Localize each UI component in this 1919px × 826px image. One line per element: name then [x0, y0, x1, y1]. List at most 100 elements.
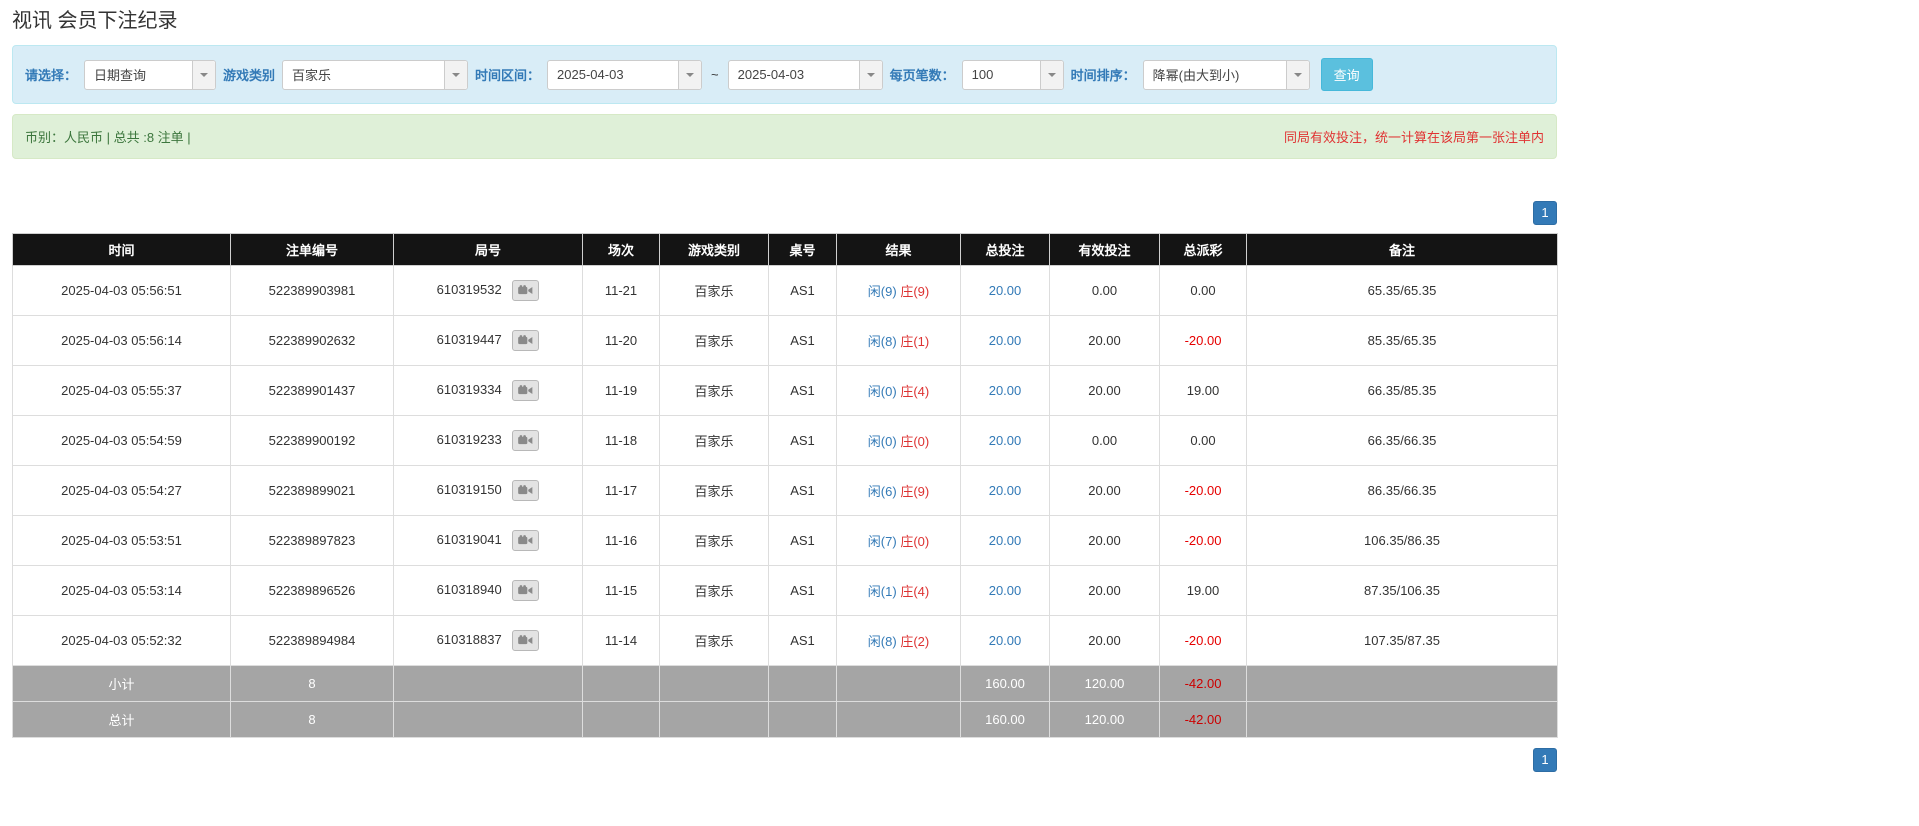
summary-text: 币别：人民币 | 总共 :8 注单 |: [25, 130, 191, 145]
round-id-text: 610319150: [436, 481, 502, 497]
page-size-select[interactable]: 100: [961, 59, 1064, 90]
cell-valid-bet: 0.00: [1049, 265, 1160, 316]
video-camera-icon: [518, 285, 533, 295]
cell-bet-id: 522389901437: [230, 365, 394, 416]
empty-cell: [659, 665, 769, 702]
cell-total-bet[interactable]: 20.00: [960, 415, 1050, 466]
sort-value: 降幂(由大到小): [1152, 68, 1240, 83]
empty-cell: [1246, 665, 1558, 702]
total-valid-bet: 120.00: [1049, 701, 1160, 738]
cell-total-bet[interactable]: 20.00: [960, 515, 1050, 566]
cell-bet-id: 522389903981: [230, 265, 394, 316]
empty-cell: [768, 665, 837, 702]
cell-valid-bet: 20.00: [1049, 515, 1160, 566]
cell-total-bet[interactable]: 20.00: [960, 465, 1050, 516]
video-replay-button[interactable]: [512, 630, 540, 651]
result-banker: 庄(1): [900, 334, 930, 349]
total-payout: -42.00: [1159, 701, 1247, 738]
cell-table-no: AS1: [768, 465, 837, 516]
cell-table-no: AS1: [768, 615, 837, 666]
result-banker: 庄(0): [900, 434, 930, 449]
round-id-text: 610319334: [436, 381, 502, 397]
cell-payout: -20.00: [1159, 515, 1247, 566]
table-row: 2025-04-03 05:52:32 522389894984 6103188…: [12, 615, 1558, 666]
video-replay-button[interactable]: [512, 330, 540, 351]
video-replay-button[interactable]: [512, 530, 540, 551]
page-button-1[interactable]: 1: [1533, 748, 1557, 772]
cell-time: 2025-04-03 05:55:37: [12, 365, 231, 416]
cell-payout: 19.00: [1159, 565, 1247, 616]
video-replay-button[interactable]: [512, 580, 540, 601]
round-id-text: 610319233: [436, 431, 502, 447]
date-to-select[interactable]: 2025-04-03: [727, 59, 883, 90]
cell-bet-id: 522389896526: [230, 565, 394, 616]
column-header: 有效投注: [1049, 233, 1160, 266]
empty-cell: [836, 665, 961, 702]
result-player: 闲(0): [867, 434, 897, 449]
cell-round-id: 610319233: [393, 415, 583, 466]
cell-payout: 0.00: [1159, 415, 1247, 466]
table-row: 2025-04-03 05:56:51 522389903981 6103195…: [12, 265, 1558, 316]
page-button-1[interactable]: 1: [1533, 201, 1557, 225]
column-header: 总投注: [960, 233, 1050, 266]
cell-round-id: 610319334: [393, 365, 583, 416]
subtotal-total-bet: 160.00: [960, 665, 1050, 702]
cell-total-bet[interactable]: 20.00: [960, 615, 1050, 666]
cell-total-bet[interactable]: 20.00: [960, 265, 1050, 316]
cell-game-type: 百家乐: [659, 515, 769, 566]
page-size-value: 100: [971, 67, 994, 82]
subtotal-payout: -42.00: [1159, 665, 1247, 702]
table-row: 2025-04-03 05:55:37 522389901437 6103193…: [12, 365, 1558, 416]
cell-table-no: AS1: [768, 365, 837, 416]
empty-cell: [659, 701, 769, 738]
video-replay-button[interactable]: [512, 430, 540, 451]
result-player: 闲(8): [867, 634, 897, 649]
cell-valid-bet: 0.00: [1049, 415, 1160, 466]
round-id-text: 610318940: [436, 581, 502, 597]
search-button[interactable]: 查询: [1320, 58, 1373, 91]
video-replay-button[interactable]: [512, 280, 540, 301]
result-banker: 庄(2): [900, 634, 930, 649]
summary-bar: 币别：人民币 | 总共 :8 注单 | 同局有效投注，统一计算在该局第一张注单内: [12, 114, 1557, 159]
query-type-select[interactable]: 日期查询: [84, 59, 217, 90]
video-camera-icon: [518, 385, 533, 395]
cell-total-bet[interactable]: 20.00: [960, 315, 1050, 366]
cell-table-no: AS1: [768, 515, 837, 566]
table-row: 2025-04-03 05:53:51 522389897823 6103190…: [12, 515, 1558, 566]
cell-note: 65.35/65.35: [1246, 265, 1558, 316]
empty-cell: [582, 665, 660, 702]
result-banker: 庄(9): [900, 484, 930, 499]
round-id-text: 610318837: [436, 631, 502, 647]
date-from-value: 2025-04-03: [557, 67, 624, 82]
cell-total-bet[interactable]: 20.00: [960, 365, 1050, 416]
cell-game-type: 百家乐: [659, 315, 769, 366]
cell-game-type: 百家乐: [659, 615, 769, 666]
game-type-select[interactable]: 百家乐: [282, 59, 469, 90]
cell-game-type: 百家乐: [659, 265, 769, 316]
video-replay-button[interactable]: [512, 480, 540, 501]
date-from-select[interactable]: 2025-04-03: [547, 59, 703, 90]
cell-time: 2025-04-03 05:56:51: [12, 265, 231, 316]
video-camera-icon: [518, 485, 533, 495]
video-replay-button[interactable]: [512, 380, 540, 401]
summary-notice: 同局有效投注，统一计算在该局第一张注单内: [1283, 130, 1544, 145]
subtotal-label: 小计: [12, 665, 231, 702]
cell-note: 86.35/66.35: [1246, 465, 1558, 516]
cell-game-type: 百家乐: [659, 415, 769, 466]
round-id-text: 610319447: [436, 331, 502, 347]
date-separator: ~: [711, 67, 719, 82]
cell-time: 2025-04-03 05:53:14: [12, 565, 231, 616]
cell-round-id: 610319532: [393, 265, 583, 316]
table-header-row: 时间 注单编号 局号 场次 游戏类别 桌号 结果 总投注 有效投注 总派彩 备注: [12, 233, 1558, 266]
video-camera-icon: [518, 635, 533, 645]
result-player: 闲(7): [867, 534, 897, 549]
video-camera-icon: [518, 335, 533, 345]
result-banker: 庄(4): [900, 584, 930, 599]
result-player: 闲(9): [867, 284, 897, 299]
subtotal-row: 小计 8 160.00 120.00 -42.00: [12, 665, 1558, 702]
cell-total-bet[interactable]: 20.00: [960, 565, 1050, 616]
cell-time: 2025-04-03 05:52:32: [12, 615, 231, 666]
result-player: 闲(1): [867, 584, 897, 599]
empty-cell: [582, 701, 660, 738]
sort-select[interactable]: 降幂(由大到小): [1142, 59, 1310, 90]
